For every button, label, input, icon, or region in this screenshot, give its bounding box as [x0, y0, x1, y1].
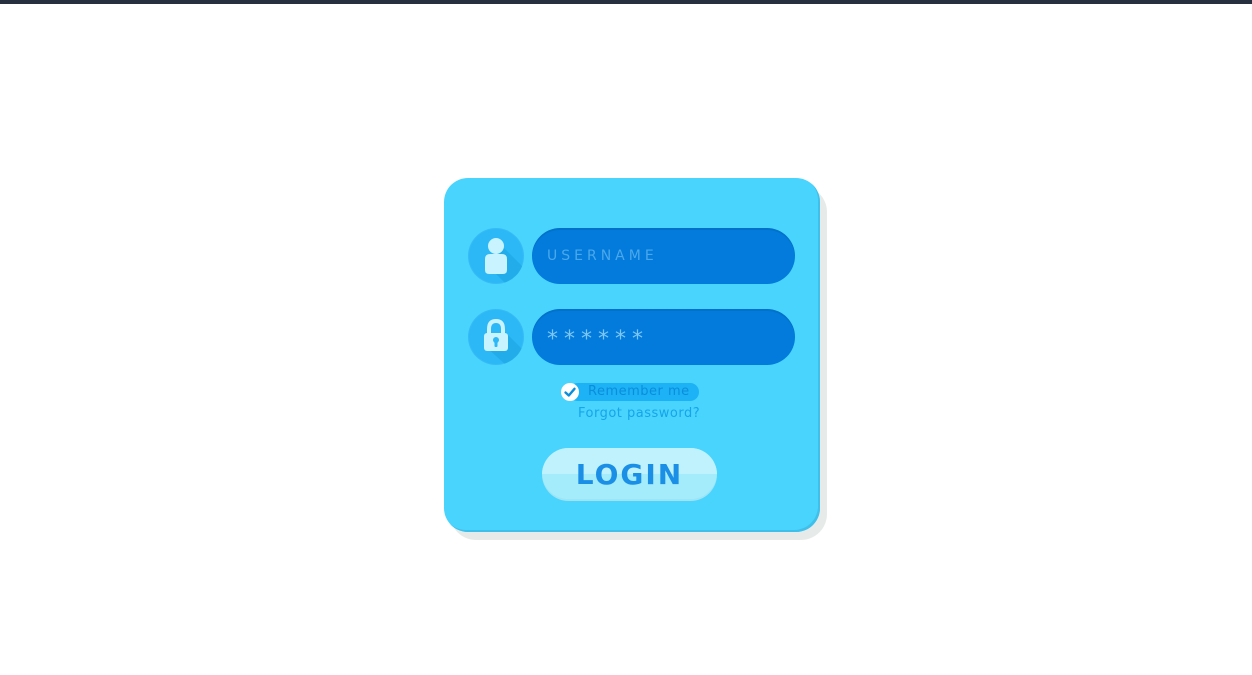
username-field[interactable]: USERNAME	[532, 228, 795, 284]
check-icon[interactable]	[561, 383, 579, 401]
user-icon	[468, 228, 524, 284]
password-field[interactable]: ******	[532, 309, 795, 365]
top-bar	[0, 0, 1252, 4]
login-button-label: LOGIN	[575, 458, 684, 491]
remember-me-label: Remember me	[588, 384, 690, 399]
login-button[interactable]: LOGIN	[542, 448, 717, 501]
username-placeholder: USERNAME	[547, 248, 658, 264]
remember-me-toggle[interactable]: Remember me	[561, 383, 699, 401]
forgot-password-link[interactable]: Forgot password?	[578, 406, 700, 422]
lock-icon	[468, 309, 524, 365]
password-value: ******	[547, 326, 649, 352]
